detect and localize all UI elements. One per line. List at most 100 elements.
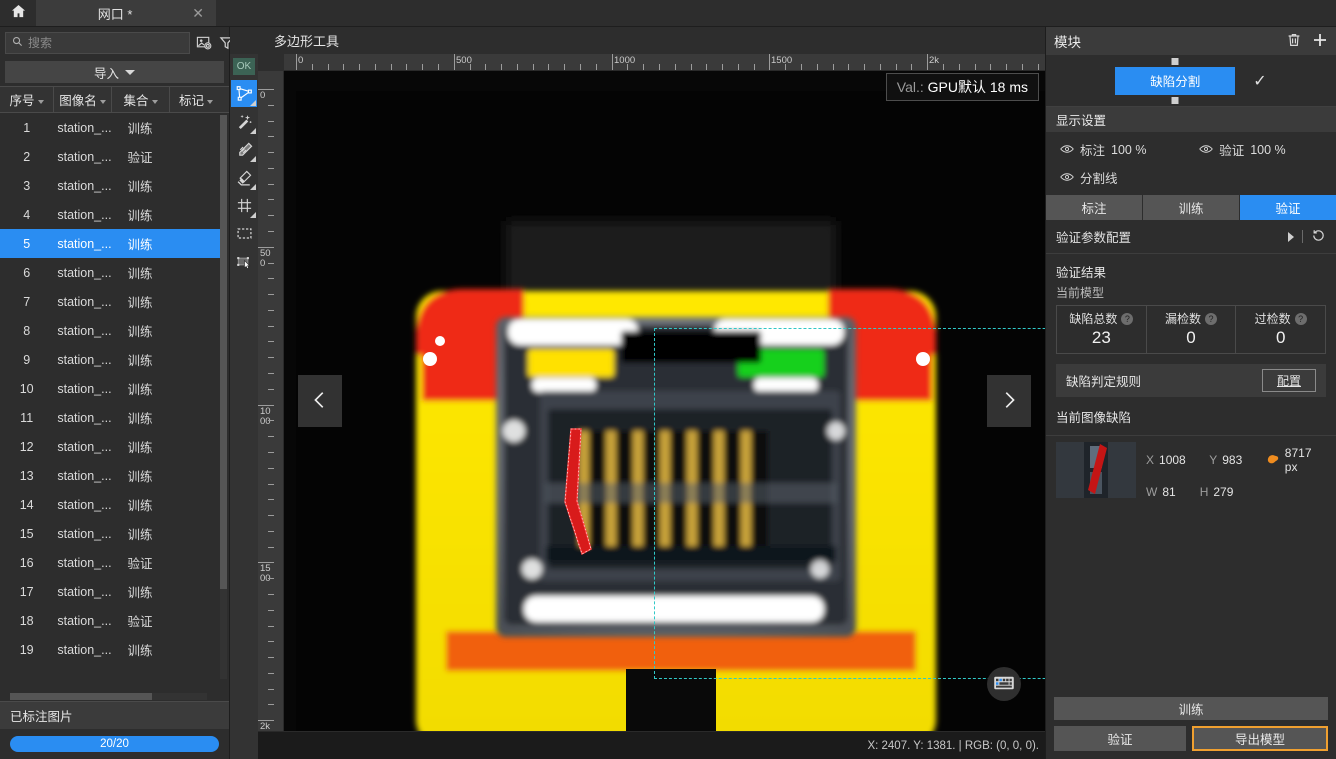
ruler-tick: [1038, 64, 1039, 70]
module-node-defect-segmentation[interactable]: 缺陷分割: [1115, 57, 1236, 104]
plus-icon[interactable]: [1312, 32, 1328, 51]
brush-fill-tool[interactable]: [231, 136, 257, 163]
column-header-set[interactable]: 集合: [112, 87, 170, 112]
list-horizontal-scrollbar[interactable]: [10, 693, 207, 700]
titlebar-filler: [216, 0, 1336, 26]
module-graph-area: 缺陷分割 ✓: [1046, 55, 1336, 107]
display-segline-toggle[interactable]: 分割线: [1046, 168, 1118, 187]
table-row[interactable]: 1 station_... 训练: [0, 113, 220, 142]
row-image-name: station_...: [57, 207, 112, 222]
ruler-tick: [268, 578, 274, 579]
help-icon[interactable]: ?: [1205, 312, 1218, 325]
ok-badge[interactable]: OK: [233, 58, 255, 75]
table-row[interactable]: 3 station_... 训练: [0, 171, 220, 200]
table-row[interactable]: 9 station_... 训练: [0, 345, 220, 374]
search-icon: [12, 36, 23, 50]
eye-icon[interactable]: [1060, 143, 1074, 157]
defect-thumbnail[interactable]: [1056, 442, 1136, 498]
list-vertical-scrollbar[interactable]: [220, 115, 227, 679]
row-index: 17: [19, 584, 34, 599]
table-row[interactable]: 2 station_... 验证: [0, 142, 220, 171]
magic-wand-tool[interactable]: [231, 108, 257, 135]
table-row[interactable]: 14 station_... 训练: [0, 490, 220, 519]
table-row[interactable]: 15 station_... 训练: [0, 519, 220, 548]
table-row[interactable]: 7 station_... 训练: [0, 287, 220, 316]
eraser-tool[interactable]: [231, 164, 257, 191]
rect-select-tool[interactable]: [231, 220, 257, 247]
node-handle-bottom[interactable]: [1171, 96, 1179, 104]
tab-annotate[interactable]: 标注: [1046, 195, 1143, 220]
row-image-name: station_...: [57, 265, 112, 280]
table-row[interactable]: 5 station_... 训练: [0, 229, 220, 258]
ruler-label: 0: [260, 90, 266, 101]
export-model-button[interactable]: 导出模型: [1192, 726, 1328, 751]
table-row[interactable]: 13 station_... 训练: [0, 461, 220, 490]
check-icon[interactable]: ✓: [1253, 71, 1266, 91]
table-row[interactable]: 10 station_... 训练: [0, 374, 220, 403]
polygon-tool[interactable]: [231, 80, 257, 107]
stat-caption: 缺陷总数: [1069, 312, 1118, 326]
previous-image-button[interactable]: [298, 375, 342, 427]
row-image-name: station_...: [57, 642, 112, 657]
help-icon[interactable]: ?: [1294, 312, 1307, 325]
display-validation-toggle[interactable]: 验证 100 %: [1185, 140, 1336, 159]
eye-icon[interactable]: [1199, 143, 1213, 157]
image-canvas[interactable]: Val.: GPU默认 18 ms: [284, 71, 1045, 731]
table-row[interactable]: 11 station_... 训练: [0, 403, 220, 432]
table-row[interactable]: 6 station_... 训练: [0, 258, 220, 287]
tab-validate[interactable]: 验证: [1240, 195, 1336, 220]
close-icon[interactable]: ✕: [190, 6, 206, 20]
import-button[interactable]: 导入: [5, 61, 224, 83]
validate-button[interactable]: 验证: [1054, 726, 1186, 751]
train-button[interactable]: 训练: [1054, 697, 1328, 720]
ruler-tick: [596, 64, 597, 70]
scrollbar-thumb[interactable]: [220, 115, 227, 589]
grid-tool[interactable]: [231, 192, 257, 219]
eye-icon[interactable]: [1060, 171, 1074, 185]
table-row[interactable]: 17 station_... 训练: [0, 577, 220, 606]
column-header-imagename[interactable]: 图像名: [54, 87, 112, 112]
chevron-down-icon: [125, 69, 135, 75]
ruler-horizontal[interactable]: 0500100015002k2500: [284, 54, 1045, 71]
scrollbar-thumb[interactable]: [10, 693, 152, 700]
image-list: 1 station_... 训练 2 station_... 验证 3 station_...…: [0, 113, 229, 701]
move-select-tool[interactable]: [231, 248, 257, 275]
keyboard-shortcuts-button[interactable]: [987, 667, 1021, 701]
table-row[interactable]: 4 station_... 训练: [0, 200, 220, 229]
row-index: 1: [23, 120, 31, 135]
column-header-index[interactable]: 序号: [0, 87, 54, 112]
ruler-tick: [564, 64, 565, 70]
defect-list-item[interactable]: X 1008 Y 983 8717 px W 81 H 279: [1046, 435, 1336, 510]
table-row[interactable]: 18 station_... 验证: [0, 606, 220, 635]
defect-properties: X 1008 Y 983 8717 px W 81 H 279: [1146, 442, 1326, 510]
ruler-tick: [268, 641, 274, 642]
table-row[interactable]: 16 station_... 验证: [0, 548, 220, 577]
row-index: 14: [19, 497, 34, 512]
search-box[interactable]: [5, 32, 190, 54]
inference-timing-badge: Val.: GPU默认 18 ms: [885, 73, 1039, 101]
triangle-right-icon[interactable]: [1288, 231, 1294, 242]
tab-train[interactable]: 训练: [1143, 195, 1240, 220]
ruler-vertical[interactable]: 0 500 1000 1500 2k: [258, 71, 284, 731]
module-panel-title: 模块: [1054, 35, 1081, 50]
ruler-tick: [268, 199, 274, 200]
table-row[interactable]: 8 station_... 训练: [0, 316, 220, 345]
ruler-label: 0: [298, 55, 304, 66]
node-handle-top[interactable]: [1171, 57, 1179, 65]
configure-rule-button[interactable]: 配置: [1261, 369, 1316, 392]
display-annotation-toggle[interactable]: 标注 100 %: [1046, 140, 1185, 159]
defect-y-key: Y: [1209, 453, 1218, 467]
search-input[interactable]: [28, 36, 183, 50]
trash-icon[interactable]: [1286, 32, 1302, 51]
table-row[interactable]: 12 station_... 训练: [0, 432, 220, 461]
help-icon[interactable]: ?: [1121, 312, 1134, 325]
document-tab[interactable]: 网口 * ✕: [36, 0, 216, 26]
image-tag-icon[interactable]: [196, 33, 213, 53]
next-image-button[interactable]: [987, 375, 1031, 427]
history-reset-icon[interactable]: [1311, 228, 1326, 246]
validation-config-row[interactable]: 验证参数配置: [1046, 220, 1336, 254]
table-row[interactable]: 19 station_... 训练: [0, 635, 220, 664]
row-image-name: station_...: [57, 149, 112, 164]
home-button[interactable]: [0, 0, 36, 26]
column-header-mark[interactable]: 标记: [170, 87, 222, 112]
